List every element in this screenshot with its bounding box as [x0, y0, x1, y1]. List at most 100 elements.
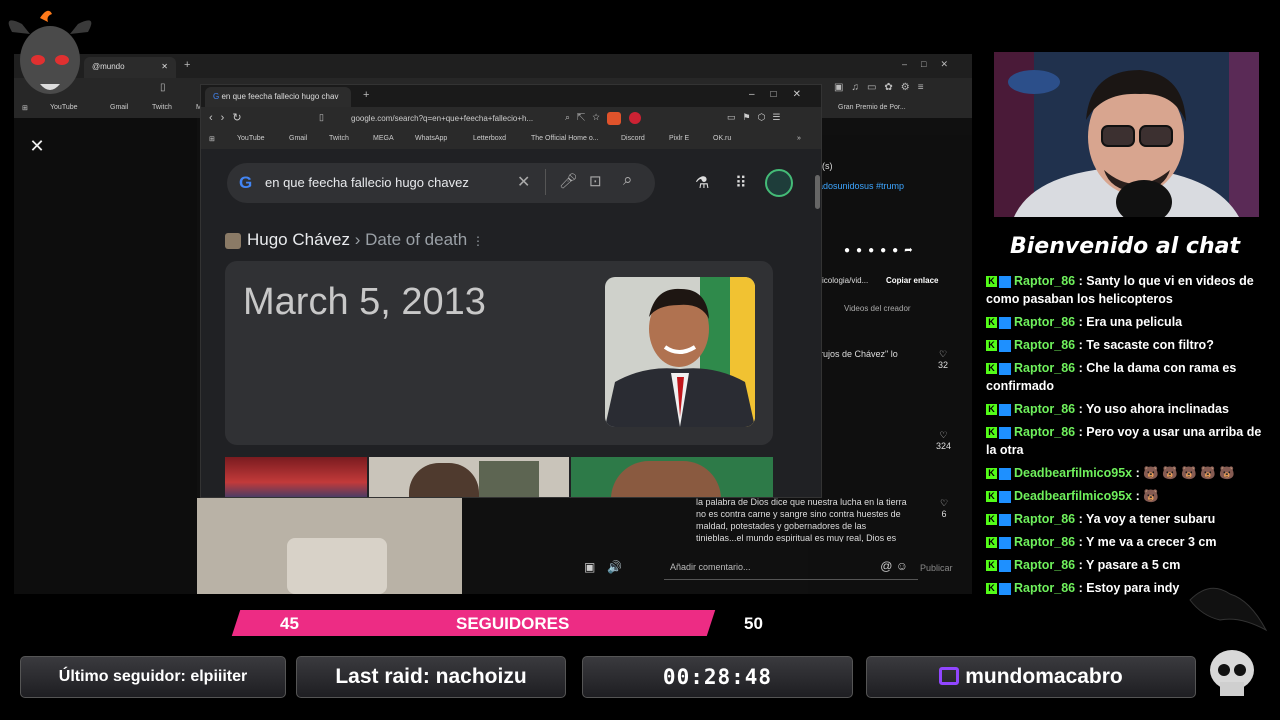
bookmark-whatsapp[interactable]: WhatsApp: [415, 135, 447, 142]
scrollbar[interactable]: [815, 175, 820, 209]
lens-icon[interactable]: ⊡: [589, 172, 602, 190]
creator-videos-tab[interactable]: Videos del creador: [844, 304, 911, 313]
bg-tab-strip: @mundo ✕ + –□✕: [14, 54, 972, 78]
google-search-box[interactable]: G en que feecha fallecio hugo chavez ✕ 🎤…: [227, 163, 655, 203]
close-icon[interactable]: ✕: [161, 62, 168, 71]
chat-colon: :: [1075, 558, 1087, 572]
entity-name[interactable]: Hugo Chávez: [247, 230, 350, 249]
bookmark-twitch[interactable]: Twitch: [152, 104, 172, 111]
chat-username[interactable]: Raptor_86: [1014, 512, 1075, 526]
bookmark-youtube[interactable]: YouTube: [237, 135, 265, 142]
person-photo[interactable]: [605, 277, 755, 427]
chat-username[interactable]: Raptor_86: [1014, 535, 1075, 549]
crow-icon: [1180, 580, 1270, 640]
chat-username[interactable]: Deadbearfilmico95x: [1014, 489, 1132, 503]
comment-snippet: rujos de Chávez" lo: [820, 349, 898, 359]
bg-dark-area: [14, 118, 197, 594]
chat-username[interactable]: Raptor_86: [1014, 315, 1075, 329]
url-field[interactable]: google.com/search?q=en+que+feecha+fallec…: [351, 111, 581, 127]
clear-icon[interactable]: ✕: [517, 172, 530, 192]
apps-icon[interactable]: ⊞: [209, 135, 215, 143]
zoom-share-icons[interactable]: ⌕⇱☆: [565, 112, 607, 123]
comment-line: no es contra carne y sangre sino contra …: [696, 509, 901, 519]
heart-icon: ♡: [939, 430, 948, 440]
heart-icon: ♡: [938, 349, 948, 359]
extension-icons[interactable]: ▣♫▭✿⚙≡: [834, 82, 932, 93]
chat-username[interactable]: Raptor_86: [1014, 425, 1075, 439]
bookmark-gran-premio[interactable]: Gran Premio de Por...: [838, 104, 906, 111]
channel-name: mundomacabro: [965, 665, 1123, 688]
badge-icon: [999, 426, 1011, 439]
bookmark-twitch[interactable]: Twitch: [329, 135, 349, 142]
kick-icon: K: [986, 363, 997, 375]
chat-message: K Raptor_86 : Y pasare a 5 cm: [986, 556, 1266, 574]
bookmark-okru[interactable]: OK.ru: [713, 135, 731, 142]
publish-button[interactable]: Publicar: [920, 563, 953, 573]
window-controls[interactable]: –□✕: [902, 59, 962, 70]
bookmark-official-home[interactable]: The Official Home o...: [531, 135, 599, 142]
kick-icon: K: [986, 560, 997, 572]
follower-label: SEGUIDORES: [456, 614, 570, 633]
apps-grid-icon[interactable]: ⠿: [735, 173, 747, 193]
new-tab-icon[interactable]: +: [363, 89, 369, 101]
crowd-image[interactable]: [225, 457, 367, 497]
more-options-icon[interactable]: ⋮: [472, 234, 484, 248]
chat-username[interactable]: Raptor_86: [1014, 274, 1075, 288]
mic-icon[interactable]: 🎤︎: [559, 172, 578, 190]
comment-input[interactable]: Añadir comentario... @ ☺: [664, 556, 918, 580]
extension-icon[interactable]: [629, 112, 641, 124]
labs-icon[interactable]: ⚗: [695, 173, 709, 193]
window-controls[interactable]: –□✕: [749, 89, 817, 100]
close-icon[interactable]: ✕: [28, 137, 46, 155]
chat-username[interactable]: Deadbearfilmico95x: [1014, 466, 1132, 480]
share-icons[interactable]: ●●●●●➦: [844, 245, 919, 256]
bookmark-gmail[interactable]: Gmail: [289, 135, 307, 142]
comment-line: tinieblas...el mundo espiritual es muy r…: [696, 533, 897, 542]
more-bookmarks-icon[interactable]: »: [797, 135, 801, 142]
bg-panel-letter: (s): [822, 161, 833, 171]
brave-shield-icon[interactable]: [607, 112, 621, 125]
bookmark-discord[interactable]: Discord: [621, 135, 645, 142]
bookmark-letterboxd[interactable]: Letterboxd: [473, 135, 506, 142]
flag-image[interactable]: [571, 457, 773, 497]
portrait-image[interactable]: [369, 457, 569, 497]
apps-icon[interactable]: ⊞: [22, 104, 28, 112]
bookmark-icon[interactable]: ▯: [319, 112, 324, 123]
badge-icon: [999, 403, 1011, 416]
new-tab-icon[interactable]: +: [184, 59, 190, 71]
nav-icons[interactable]: ‹›↻: [209, 111, 250, 124]
chat-colon: :: [1075, 402, 1087, 416]
like-count[interactable]: ♡ 6: [940, 498, 948, 519]
chat-colon: :: [1132, 489, 1144, 503]
like-count[interactable]: ♡ 324: [936, 430, 951, 451]
like-count[interactable]: ♡ 32: [938, 349, 948, 370]
chat-username[interactable]: Raptor_86: [1014, 402, 1075, 416]
chat-username[interactable]: Raptor_86: [1014, 361, 1075, 375]
hashtags[interactable]: adosunidosus #trump: [818, 181, 904, 191]
bookmark-icon[interactable]: ▯: [160, 82, 166, 93]
chat-message: K Raptor_86 : Pero voy a usar una arriba …: [986, 423, 1266, 459]
avatar[interactable]: [765, 169, 793, 197]
bookmark-pixlr[interactable]: Pixlr E: [669, 135, 689, 142]
image-strip[interactable]: [225, 457, 773, 497]
answer-date: March 5, 2013: [243, 281, 486, 323]
chat-message: K Raptor_86 : Yo uso ahora inclinadas: [986, 400, 1266, 418]
emoji-icon[interactable]: @ ☺: [880, 559, 908, 573]
bookmark-mega[interactable]: MEGA: [373, 135, 394, 142]
bookmark-gmail[interactable]: Gmail: [110, 104, 128, 111]
chat-username[interactable]: Raptor_86: [1014, 338, 1075, 352]
toolbar-icons[interactable]: ▭⚑⬡☰: [727, 112, 788, 123]
search-query[interactable]: en que feecha fallecio hugo chavez: [265, 175, 469, 190]
badge-icon: [999, 275, 1011, 288]
chat-username[interactable]: Raptor_86: [1014, 558, 1075, 572]
fg-tab[interactable]: G en que feecha fallecio hugo chav: [205, 87, 351, 107]
chat-message: K Raptor_86 : Te sacaste con filtro?: [986, 336, 1266, 354]
bookmark-youtube[interactable]: YouTube: [50, 104, 78, 111]
player-controls[interactable]: ▣🔊: [584, 560, 642, 578]
kick-icon: K: [986, 427, 997, 439]
copy-link-button[interactable]: Copiar enlace: [886, 276, 938, 285]
search-icon[interactable]: ⌕: [623, 170, 633, 190]
fg-address-bar[interactable]: ‹›↻ ▯ google.com/search?q=en+que+feecha+…: [201, 107, 821, 131]
chat-username[interactable]: Raptor_86: [1014, 581, 1075, 595]
badge-icon: [999, 513, 1011, 526]
